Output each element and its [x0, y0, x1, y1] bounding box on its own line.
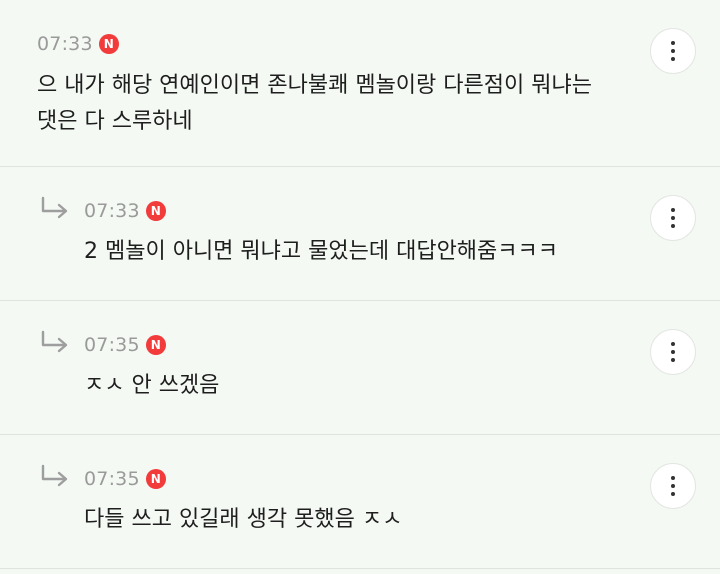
comment-meta: 07:35 N: [84, 333, 166, 357]
comment-item: 07:33 N 으 내가 해당 연예인이면 존나불쾌 멤놀이랑 다른점이 뭐냐는…: [0, 0, 720, 167]
new-badge: N: [145, 201, 166, 221]
more-vertical-icon-dot: [671, 49, 675, 53]
comment-timestamp: 07:35: [84, 334, 140, 356]
comment-timestamp: 07:35: [84, 468, 140, 490]
comment-meta: 07:35 N: [84, 467, 166, 491]
comment-timestamp: 07:33: [37, 33, 93, 55]
more-vertical-icon-dot: [671, 350, 675, 354]
reply-arrow-icon: [41, 464, 68, 487]
more-vertical-icon-dot: [671, 358, 675, 362]
reply-arrow-icon: [41, 196, 68, 219]
comment-text-line: 2 멤놀이 아니면 뭐냐고 물었는데 대답안해줌ㅋㅋㅋ: [84, 239, 559, 264]
more-options-button[interactable]: [650, 195, 696, 241]
more-vertical-icon: [671, 342, 675, 346]
reply-item: 07:33 N 2 멤놀이 아니면 뭐냐고 물었는데 대답안해줌ㅋㅋㅋ: [0, 167, 720, 301]
more-options-button[interactable]: [650, 329, 696, 375]
comment-text-line: 으 내가 해당 연예인이면 존나불쾌 멤놀이랑 다른점이 뭐냐는: [37, 73, 592, 98]
comment-meta: 07:33 N: [37, 32, 119, 56]
reply-item: 07:35 N ㅈㅅ 안 쓰겠음: [0, 301, 720, 435]
reply-arrow-icon: [41, 330, 68, 353]
comment-list: 07:33 N 으 내가 해당 연예인이면 존나불쾌 멤놀이랑 다른점이 뭐냐는…: [0, 0, 720, 574]
comment-text-line: ㅈㅅ 안 쓰겠음: [84, 373, 220, 398]
more-options-button[interactable]: [650, 28, 696, 74]
more-vertical-icon-dot: [671, 224, 675, 228]
comment-meta: 07:33 N: [84, 199, 166, 223]
new-badge: N: [145, 335, 166, 355]
more-vertical-icon-dot: [671, 492, 675, 496]
more-vertical-icon-dot: [671, 484, 675, 488]
more-vertical-icon: [671, 476, 675, 480]
comment-text-line: 댓은 다 스루하네: [37, 109, 193, 134]
more-vertical-icon: [671, 208, 675, 212]
more-options-button[interactable]: [650, 463, 696, 509]
more-vertical-icon-dot: [671, 216, 675, 220]
comment-text-line: 다들 쓰고 있길래 생각 못했음 ㅈㅅ: [84, 507, 403, 532]
comment-timestamp: 07:33: [84, 200, 140, 222]
reply-item: 07:35 N 다들 쓰고 있길래 생각 못했음 ㅈㅅ: [0, 435, 720, 569]
more-vertical-icon: [671, 41, 675, 45]
new-badge: N: [98, 34, 119, 54]
more-vertical-icon-dot: [671, 57, 675, 61]
new-badge: N: [145, 469, 166, 489]
